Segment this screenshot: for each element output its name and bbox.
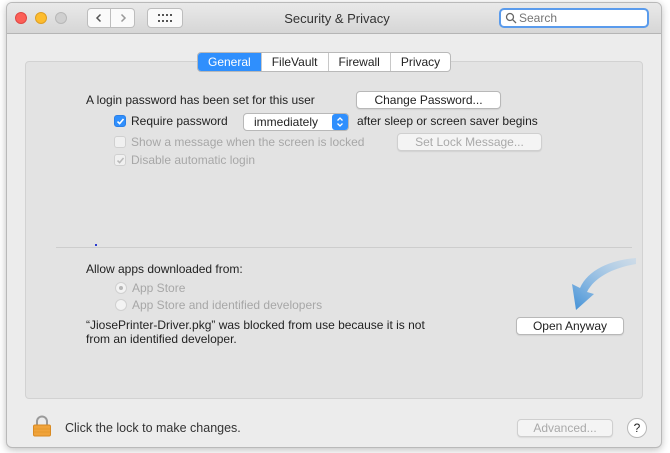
general-panel: A login password has been set for this u… [25,61,643,399]
allow-apps-heading: Allow apps downloaded from: [86,262,243,276]
require-password-suffix: after sleep or screen saver begins [357,114,538,128]
show-all-button[interactable] [147,8,183,28]
tab-general[interactable]: General [198,53,261,71]
radio-app-store-identified[interactable] [115,299,127,311]
blocked-message-line1: “JiosePrinter-Driver.pkg” was blocked fr… [86,318,425,332]
updown-arrows-icon [337,117,343,127]
minimize-window-button[interactable] [35,12,47,24]
chevron-left-icon [95,13,102,23]
require-password-delay-select[interactable]: immediately [243,113,349,131]
require-password-label: Require password [131,114,228,128]
window-title: Security & Privacy [284,11,390,26]
change-password-button[interactable]: Change Password... [356,91,501,109]
section-divider [56,247,632,248]
advanced-button[interactable]: Advanced... [517,419,613,437]
show-message-checkbox[interactable] [114,136,126,148]
checkmark-icon [116,117,124,125]
select-value: immediately [254,115,319,129]
show-message-label: Show a message when the screen is locked [131,135,365,149]
open-anyway-button[interactable]: Open Anyway [516,317,624,335]
stray-dot [95,244,97,246]
radio-app-store[interactable] [115,282,127,294]
tab-bar: General FileVault Firewall Privacy [197,52,452,72]
grid-icon [158,14,172,22]
forward-button[interactable] [111,8,135,28]
disable-autologin-label: Disable automatic login [131,153,256,167]
close-window-button[interactable] [15,12,27,24]
login-password-text: A login password has been set for this u… [86,93,315,107]
radio-selected-dot [119,286,123,290]
blocked-message-line2: from an identified developer. [86,332,237,346]
back-button[interactable] [87,8,111,28]
footer-bar: Click the lock to make changes. Advanced… [7,401,661,447]
select-arrows [332,114,348,130]
tab-privacy[interactable]: Privacy [389,53,450,71]
tab-filevault[interactable]: FileVault [260,53,328,71]
chevron-right-icon [120,13,126,23]
checkmark-icon [116,157,124,164]
radio-app-store-label: App Store [132,281,186,295]
lock-icon[interactable] [31,415,53,437]
search-icon [505,12,517,24]
curved-arrow-icon [572,258,636,310]
set-lock-message-button[interactable]: Set Lock Message... [397,133,542,151]
zoom-window-button[interactable] [55,12,67,24]
tab-firewall[interactable]: Firewall [327,53,390,71]
search-field[interactable] [499,8,649,28]
preferences-window: Security & Privacy General FileVault Fir… [6,2,662,448]
require-password-checkbox[interactable] [114,115,126,127]
title-bar: Security & Privacy [7,3,661,34]
search-input[interactable] [517,11,641,25]
radio-app-store-identified-label: App Store and identified developers [132,298,323,312]
lock-instruction-text: Click the lock to make changes. [65,421,241,435]
help-button[interactable]: ? [627,418,647,438]
disable-autologin-checkbox[interactable] [114,154,126,166]
